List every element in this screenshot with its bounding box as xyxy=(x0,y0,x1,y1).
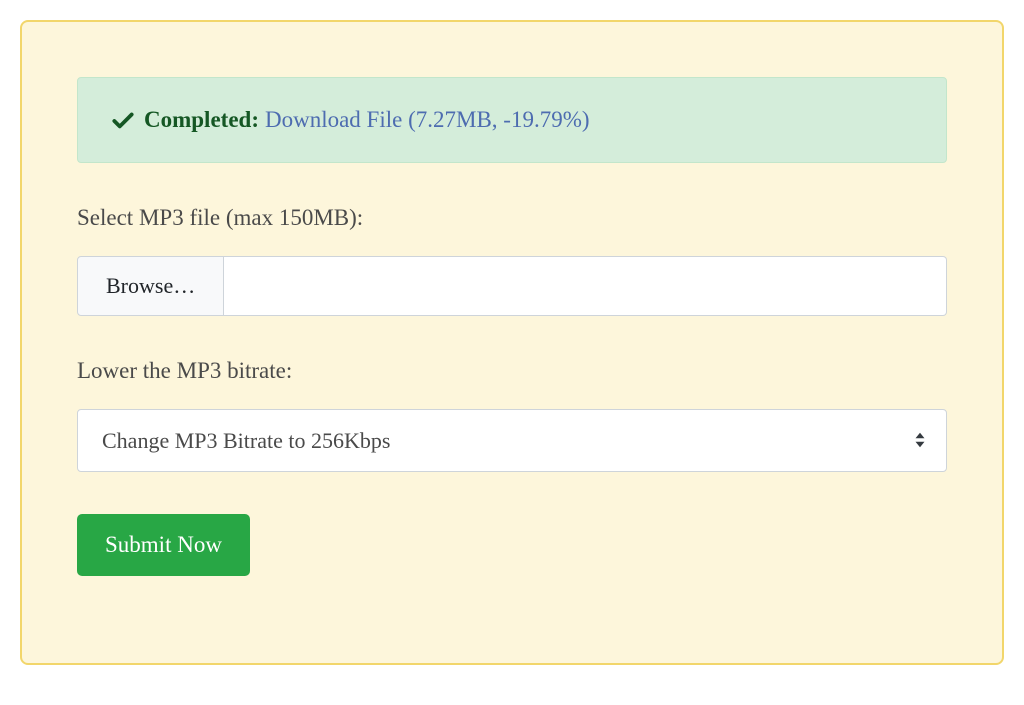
bitrate-label: Lower the MP3 bitrate: xyxy=(77,358,947,384)
bitrate-select[interactable]: Change MP3 Bitrate to 256Kbps xyxy=(77,409,947,472)
file-input: Browse… xyxy=(77,256,947,316)
download-link[interactable]: Download File (7.27MB, -19.79%) xyxy=(265,107,590,133)
check-icon xyxy=(110,106,136,134)
form-card: Completed: Download File (7.27MB, -19.79… xyxy=(20,20,1004,665)
browse-button[interactable]: Browse… xyxy=(77,256,224,316)
status-label: Completed: xyxy=(144,107,259,133)
submit-button[interactable]: Submit Now xyxy=(77,514,250,576)
file-select-label: Select MP3 file (max 150MB): xyxy=(77,205,947,231)
success-alert: Completed: Download File (7.27MB, -19.79… xyxy=(77,77,947,163)
file-name-display[interactable] xyxy=(224,256,947,316)
bitrate-select-wrapper: Change MP3 Bitrate to 256Kbps xyxy=(77,409,947,472)
